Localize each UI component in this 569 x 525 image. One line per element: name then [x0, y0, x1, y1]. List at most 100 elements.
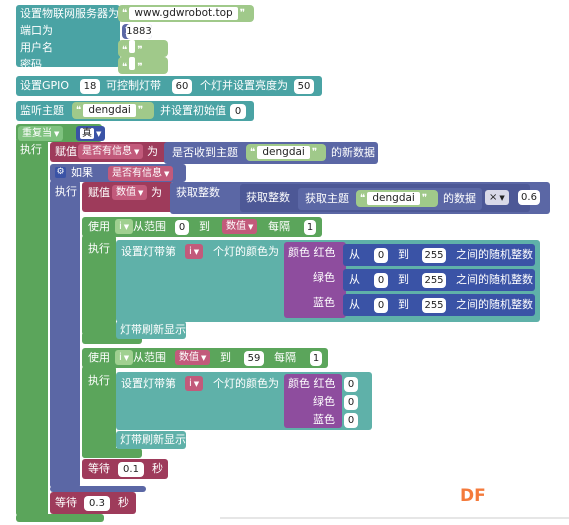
new-data-label: 的新数据 — [331, 146, 375, 159]
bottom-divider — [220, 517, 569, 519]
get-topic-string[interactable]: ❝ dengdai ❞ — [356, 190, 438, 207]
for1-blue-label: 蓝色 — [313, 296, 335, 309]
for2-blue-value[interactable]: 0 — [344, 413, 358, 428]
for2-use-label: 使用 — [88, 351, 110, 364]
get-int-label: 获取整数 — [176, 186, 220, 199]
for1-step[interactable]: 1 — [304, 220, 316, 235]
rand-red-lo[interactable]: 0 — [374, 248, 388, 263]
for2-set-label: 设置灯带第 — [121, 377, 176, 390]
for1-set-var-text: i — [189, 246, 192, 257]
strip-label: 可控制灯带 — [106, 79, 161, 92]
server-label: 设置物联网服务器为 — [20, 7, 119, 20]
for2-foot — [82, 448, 142, 458]
data-label: 的数据 — [443, 192, 476, 205]
init-label: 并设置初始值 — [160, 104, 226, 117]
strip-count[interactable]: 60 — [172, 79, 192, 94]
rand-green-desc: 之间的随机整数 — [456, 273, 533, 286]
condition-value: 真 — [80, 128, 94, 139]
rand-green-hi[interactable]: 255 — [422, 273, 446, 288]
gear-icon[interactable]: ⚙ — [55, 167, 66, 178]
for2-red-value[interactable]: 0 — [344, 377, 358, 392]
for1-set-var[interactable]: i ▼ — [185, 244, 204, 259]
init-value[interactable]: 0 — [230, 104, 246, 119]
repeat-block-spine — [16, 140, 48, 516]
rand-green-to: 到 — [398, 273, 409, 286]
rand-blue-hi[interactable]: 255 — [422, 298, 446, 313]
for1-var[interactable]: i ▼ — [115, 219, 134, 234]
gpio-label: 设置GPIO — [20, 79, 70, 92]
if-var: 是否有信息 — [112, 168, 162, 179]
rand-blue-lo[interactable]: 0 — [374, 298, 388, 313]
rand-red-hi[interactable]: 255 — [422, 248, 446, 263]
repeat-condition[interactable]: 真 ▼ — [76, 126, 106, 141]
received-topic-string[interactable]: ❝ dengdai ❞ — [246, 144, 326, 161]
for2-green-label: 绿色 — [313, 395, 335, 408]
password-label: 密码 — [20, 58, 42, 71]
get-topic-label: 获取主题 — [305, 192, 349, 205]
for2-to[interactable]: 59 — [244, 351, 264, 366]
server-value[interactable]: www.gdwrobot.top — [129, 7, 238, 20]
for1-range-label: 从范围 — [133, 220, 166, 233]
assign-data-as: 为 — [151, 186, 162, 199]
password-string[interactable]: ❝ ❞ — [118, 57, 168, 74]
for1-set-label: 设置灯带第 — [121, 245, 176, 258]
wait2-value[interactable]: 0.3 — [84, 496, 110, 511]
for2-refresh-label: 灯带刷新显示 — [120, 433, 186, 446]
brightness-label: 个灯并设置亮度为 — [200, 79, 288, 92]
assign-var-dropdown[interactable]: 是否有信息 ▼ — [78, 144, 144, 159]
repeat-label: 重复当 — [22, 128, 52, 139]
for2-blue-label: 蓝色 — [313, 413, 335, 426]
listen-topic[interactable]: dengdai — [83, 104, 136, 117]
rand-red-desc: 之间的随机整数 — [456, 248, 533, 261]
assign-data-label: 赋值 — [88, 186, 110, 199]
for2-green-value[interactable]: 0 — [344, 395, 358, 410]
multiplier-value[interactable]: 0.6 — [518, 190, 540, 205]
rand-red-from: 从 — [349, 248, 360, 261]
received-label: 是否收到主题 — [172, 146, 238, 159]
for1-step-label: 每隔 — [268, 220, 290, 233]
rand-blue-desc: 之间的随机整数 — [456, 298, 533, 311]
username-label: 用户名 — [20, 41, 53, 54]
for2-var-text: i — [119, 352, 122, 363]
server-string[interactable]: ❝ www.gdwrobot.top ❞ — [118, 5, 254, 22]
for1-to-var[interactable]: 数值 ▼ — [222, 219, 258, 234]
rand-green-lo[interactable]: 0 — [374, 273, 388, 288]
port-label: 端口为 — [20, 24, 53, 37]
for2-to-label: 到 — [220, 351, 231, 364]
op-label: × — [489, 192, 498, 203]
if-condition-var[interactable]: 是否有信息 ▼ — [108, 166, 174, 181]
for2-from-var[interactable]: 数值 ▼ — [175, 350, 211, 365]
for1-use-label: 使用 — [88, 220, 110, 233]
for1-color-label: 个灯的颜色为 — [213, 245, 279, 258]
assign-data-var[interactable]: 数值 ▼ — [112, 185, 148, 200]
assign-as-label: 为 — [147, 145, 158, 158]
gpio-value[interactable]: 18 — [80, 79, 100, 94]
op-dropdown[interactable]: × ▼ — [485, 190, 509, 205]
port-value-box[interactable]: 1883 — [126, 24, 152, 39]
repeat-mode-dropdown[interactable]: 重复当 ▼ — [18, 126, 64, 141]
for2-var[interactable]: i ▼ — [115, 350, 134, 365]
for1-green-label: 绿色 — [313, 271, 335, 284]
username-string[interactable]: ❝ ❞ — [118, 40, 168, 57]
data-var: 数值 — [116, 187, 136, 198]
for2-do-label: 执行 — [88, 374, 110, 387]
assign-var: 是否有信息 — [82, 146, 132, 157]
for1-from[interactable]: 0 — [175, 220, 189, 235]
received-topic[interactable]: dengdai — [257, 146, 310, 159]
wait1-value[interactable]: 0.1 — [118, 462, 144, 477]
listen-topic-string[interactable]: ❝ dengdai ❞ — [72, 102, 154, 119]
rand-red-to: 到 — [398, 248, 409, 261]
for2-set-var[interactable]: i ▼ — [185, 376, 204, 391]
df-watermark-logo: DF — [460, 486, 486, 506]
if-block-spine — [50, 180, 80, 488]
assign-label: 赋值 — [55, 145, 77, 158]
for2-set-var-text: i — [189, 378, 192, 389]
for1-refresh-label: 灯带刷新显示 — [120, 323, 186, 336]
for2-step[interactable]: 1 — [310, 351, 322, 366]
brightness-value[interactable]: 50 — [294, 79, 314, 94]
for2-red-label: 颜色 红色 — [288, 377, 336, 390]
for2-color-label: 个灯的颜色为 — [213, 377, 279, 390]
rand-blue-to: 到 — [398, 298, 409, 311]
if-then-label: 执行 — [55, 185, 77, 198]
get-topic-value[interactable]: dengdai — [367, 192, 420, 205]
